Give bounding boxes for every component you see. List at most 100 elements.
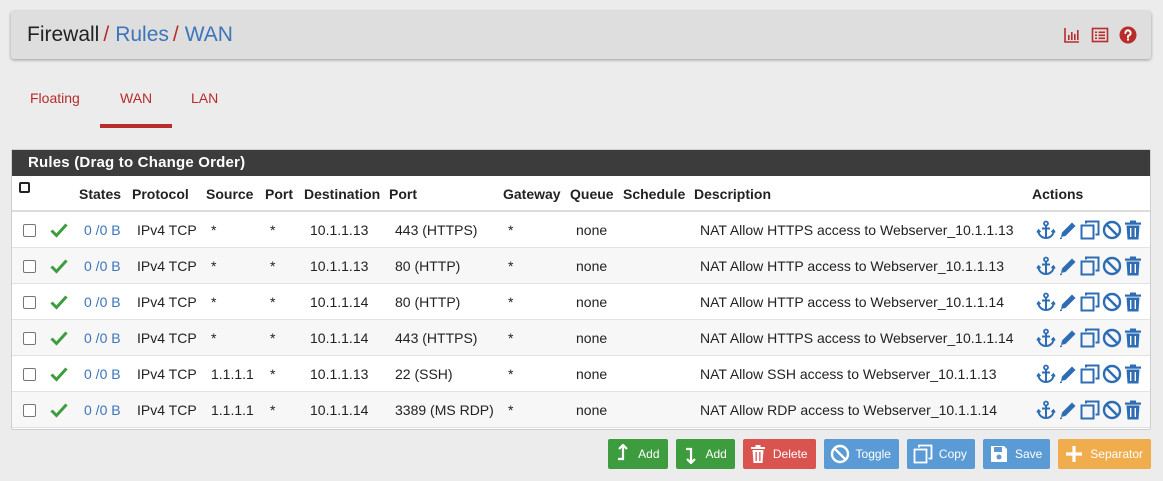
row-checkbox[interactable] bbox=[23, 224, 36, 237]
tab-wan[interactable]: WAN bbox=[99, 90, 173, 128]
col-destination[interactable]: Destination bbox=[304, 186, 380, 202]
destination-port-cell: 80 (HTTP) bbox=[395, 294, 461, 310]
table-row[interactable]: 0 /0 B IPv4 TCP 1.1.1.1 * 10.1.1.14 3389 (MS … bbox=[12, 392, 1150, 428]
trash-icon[interactable] bbox=[1124, 364, 1144, 384]
source-cell: 1.1.1.1 bbox=[211, 402, 254, 418]
save-label: Save bbox=[1014, 447, 1043, 461]
table-row[interactable]: 0 /0 B IPv4 TCP * * 10.1.1.13 443 (HTTPS) * non… bbox=[12, 212, 1150, 248]
anchor-icon[interactable] bbox=[1036, 292, 1056, 312]
col-source[interactable]: Source bbox=[206, 186, 253, 202]
destination-port-cell: 22 (SSH) bbox=[395, 366, 453, 382]
anchor-icon[interactable] bbox=[1036, 364, 1056, 384]
pass-check-icon[interactable] bbox=[50, 294, 68, 313]
pencil-icon[interactable] bbox=[1058, 400, 1078, 420]
col-queue[interactable]: Queue bbox=[570, 186, 614, 202]
col-states[interactable]: States bbox=[79, 186, 121, 202]
states-link[interactable]: 0 /0 B bbox=[84, 294, 121, 310]
trash-icon[interactable] bbox=[1124, 220, 1144, 240]
copy-button[interactable]: Copy bbox=[906, 439, 975, 469]
table-row[interactable]: 0 /0 B IPv4 TCP 1.1.1.1 * 10.1.1.13 22 (SSH) *… bbox=[12, 356, 1150, 392]
separator-label: Separator bbox=[1090, 447, 1143, 461]
pencil-icon[interactable] bbox=[1058, 328, 1078, 348]
ban-icon[interactable] bbox=[1102, 292, 1122, 312]
anchor-icon[interactable] bbox=[1036, 220, 1056, 240]
ban-icon[interactable] bbox=[1102, 220, 1122, 240]
col-source-port[interactable]: Port bbox=[265, 186, 293, 202]
button-bar: Add Add Delete Toggle Copy Save Separato… bbox=[608, 439, 1151, 469]
states-link[interactable]: 0 /0 B bbox=[84, 366, 121, 382]
help-icon[interactable] bbox=[1119, 26, 1137, 44]
table-row[interactable]: 0 /0 B IPv4 TCP * * 10.1.1.13 80 (HTTP) * none N… bbox=[12, 248, 1150, 284]
trash-icon bbox=[750, 445, 765, 463]
row-checkbox[interactable] bbox=[23, 296, 36, 309]
add-rule-top-button[interactable]: Add bbox=[608, 439, 668, 469]
copy-icon[interactable] bbox=[1080, 292, 1100, 312]
source-cell: * bbox=[211, 294, 217, 310]
trash-icon[interactable] bbox=[1124, 328, 1144, 348]
pass-check-icon[interactable] bbox=[50, 366, 68, 385]
ban-icon[interactable] bbox=[1102, 256, 1122, 276]
pass-check-icon[interactable] bbox=[50, 258, 68, 277]
ban-icon[interactable] bbox=[1102, 328, 1122, 348]
pencil-icon[interactable] bbox=[1058, 256, 1078, 276]
trash-icon[interactable] bbox=[1124, 400, 1144, 420]
protocol-cell: IPv4 TCP bbox=[137, 366, 197, 382]
delete-label: Delete bbox=[772, 447, 808, 461]
states-link[interactable]: 0 /0 B bbox=[84, 222, 121, 238]
toggle-label: Toggle bbox=[855, 447, 891, 461]
destination-port-cell: 443 (HTTPS) bbox=[395, 222, 478, 238]
delete-button[interactable]: Delete bbox=[742, 439, 816, 469]
copy-icon[interactable] bbox=[1080, 328, 1100, 348]
states-link[interactable]: 0 /0 B bbox=[84, 402, 121, 418]
arrow-down-icon bbox=[685, 447, 696, 464]
destination-port-cell: 443 (HTTPS) bbox=[395, 330, 478, 346]
pencil-icon[interactable] bbox=[1058, 292, 1078, 312]
select-all-checkbox[interactable] bbox=[19, 182, 30, 193]
copy-icon[interactable] bbox=[1080, 256, 1100, 276]
pass-check-icon[interactable] bbox=[50, 222, 68, 241]
ban-icon[interactable] bbox=[1102, 400, 1122, 420]
copy-icon[interactable] bbox=[1080, 400, 1100, 420]
copy-icon bbox=[913, 444, 933, 464]
trash-icon[interactable] bbox=[1124, 292, 1144, 312]
row-checkbox[interactable] bbox=[23, 260, 36, 273]
col-destination-port[interactable]: Port bbox=[389, 186, 417, 202]
tab-lan[interactable]: LAN bbox=[191, 90, 218, 128]
add-rule-bottom-button[interactable]: Add bbox=[675, 439, 735, 469]
table-row[interactable]: 0 /0 B IPv4 TCP * * 10.1.1.14 80 (HTTP) * none N… bbox=[12, 284, 1150, 320]
col-description[interactable]: Description bbox=[694, 186, 771, 202]
pencil-icon[interactable] bbox=[1058, 364, 1078, 384]
list-icon[interactable] bbox=[1091, 26, 1109, 44]
col-schedule[interactable]: Schedule bbox=[623, 186, 685, 202]
queue-cell: none bbox=[576, 258, 608, 274]
chart-icon[interactable] bbox=[1063, 26, 1081, 44]
breadcrumb-separator: / bbox=[172, 23, 179, 46]
col-gateway[interactable]: Gateway bbox=[503, 186, 561, 202]
anchor-icon[interactable] bbox=[1036, 328, 1056, 348]
table-row[interactable]: 0 /0 B IPv4 TCP * * 10.1.1.14 443 (HTTPS) * non… bbox=[12, 320, 1150, 356]
pass-check-icon[interactable] bbox=[50, 330, 68, 349]
copy-icon[interactable] bbox=[1080, 364, 1100, 384]
trash-icon[interactable] bbox=[1124, 256, 1144, 276]
pencil-icon[interactable] bbox=[1058, 220, 1078, 240]
tab-floating[interactable]: Floating bbox=[30, 90, 80, 128]
anchor-icon[interactable] bbox=[1036, 256, 1056, 276]
col-protocol[interactable]: Protocol bbox=[132, 186, 189, 202]
states-link[interactable]: 0 /0 B bbox=[84, 330, 121, 346]
add-separator-button[interactable]: Separator bbox=[1058, 439, 1151, 469]
breadcrumb-wan-link[interactable]: WAN bbox=[185, 23, 233, 46]
save-button[interactable]: Save bbox=[982, 439, 1051, 469]
toggle-button[interactable]: Toggle bbox=[823, 439, 899, 469]
rules-table-body: 0 /0 B IPv4 TCP * * 10.1.1.13 443 (HTTPS) * non… bbox=[12, 212, 1150, 428]
copy-icon[interactable] bbox=[1080, 220, 1100, 240]
anchor-icon[interactable] bbox=[1036, 400, 1056, 420]
row-checkbox[interactable] bbox=[23, 368, 36, 381]
breadcrumb-rules-link[interactable]: Rules bbox=[115, 23, 169, 46]
row-checkbox[interactable] bbox=[23, 404, 36, 417]
row-checkbox[interactable] bbox=[23, 332, 36, 345]
queue-cell: none bbox=[576, 222, 608, 238]
source-port-cell: * bbox=[270, 294, 276, 310]
states-link[interactable]: 0 /0 B bbox=[84, 258, 121, 274]
ban-icon[interactable] bbox=[1102, 364, 1122, 384]
pass-check-icon[interactable] bbox=[50, 402, 68, 421]
